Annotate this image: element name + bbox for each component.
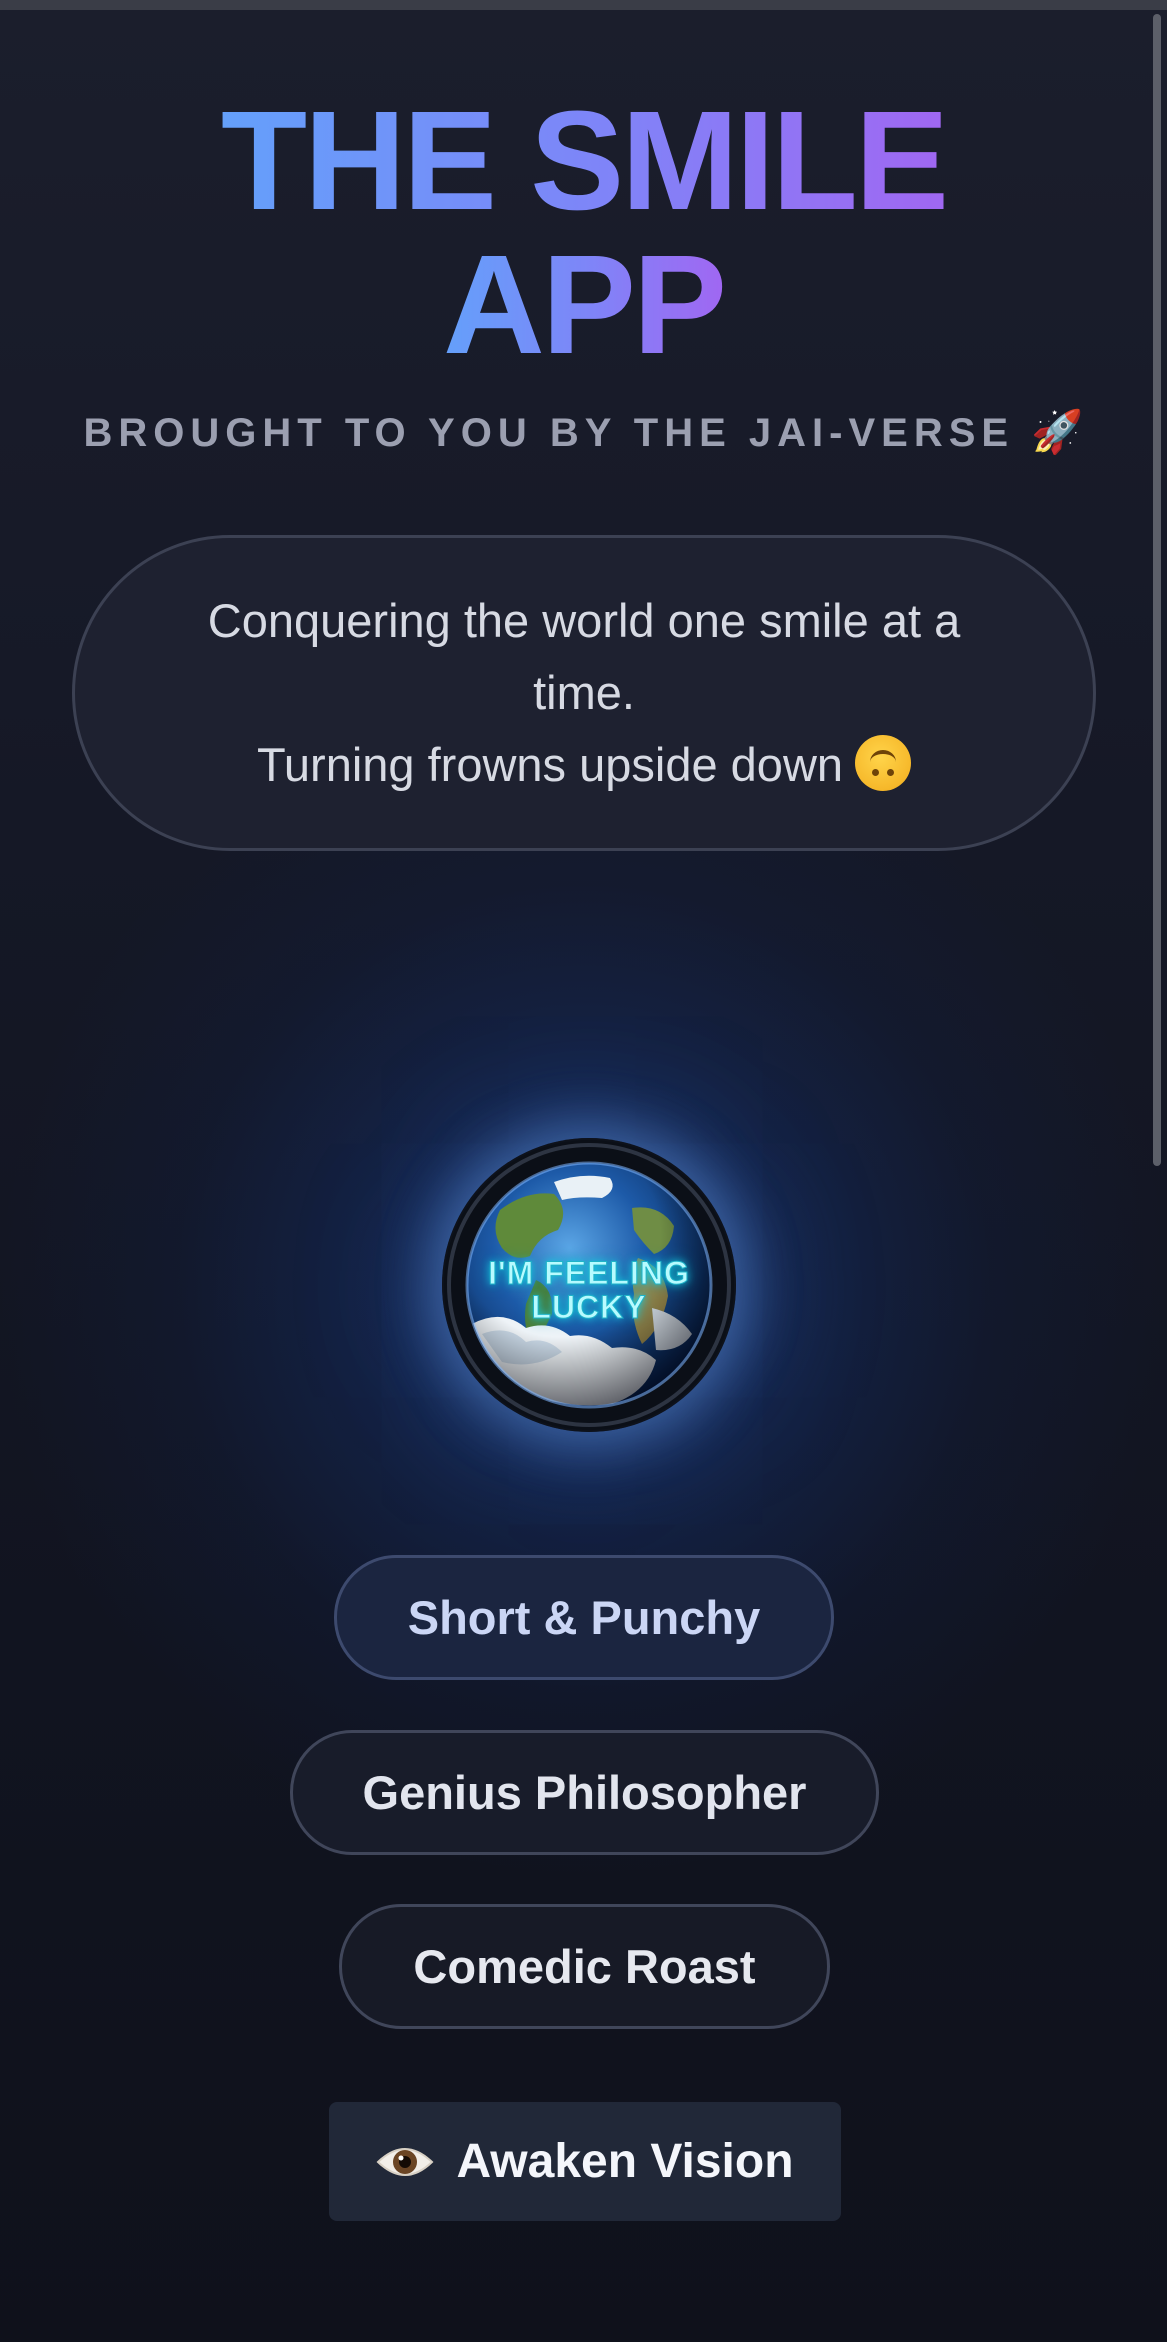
app-title-line-2: APP (443, 225, 727, 383)
app-title: THE SMILE APP (0, 88, 1167, 376)
eye-icon (377, 2147, 434, 2176)
mode-short-punchy-button[interactable]: Short & Punchy (334, 1555, 834, 1680)
app-title-line-1: THE SMILE (220, 81, 949, 239)
tagline-card: Conquering the world one smile at a time… (72, 535, 1096, 851)
feeling-lucky-line-2: LUCKY (531, 1289, 647, 1325)
rocket-icon: 🚀 (1031, 407, 1084, 456)
browser-top-bar (0, 0, 1167, 10)
tagline-line-2: Turning frowns upside down (256, 738, 844, 791)
app-subtitle: BROUGHT TO YOU BY THE JAI-VERSE 🚀 (0, 408, 1167, 457)
tagline-line-1: Conquering the world one smile at a time… (207, 594, 961, 719)
feeling-lucky-line-1: I'M FEELING (488, 1255, 690, 1291)
mode-comedic-roast-button[interactable]: Comedic Roast (339, 1904, 830, 2029)
smile-app-screen: THE SMILE APP BROUGHT TO YOU BY THE JAI-… (0, 0, 1167, 2342)
feeling-lucky-globe-button[interactable]: I'M FEELING LUCKY (442, 1138, 736, 1432)
subtitle-text: BROUGHT TO YOU BY THE JAI-VERSE (83, 411, 1015, 455)
mode-genius-philosopher-button[interactable]: Genius Philosopher (290, 1730, 879, 1855)
tagline-line-2-wrapper: Turning frowns upside down (256, 729, 912, 801)
awaken-vision-button[interactable]: Awaken Vision (329, 2102, 841, 2221)
feeling-lucky-label: I'M FEELING LUCKY (442, 1255, 736, 1325)
awaken-vision-label: Awaken Vision (456, 2135, 794, 2188)
upside-down-smiley-icon (855, 735, 912, 791)
